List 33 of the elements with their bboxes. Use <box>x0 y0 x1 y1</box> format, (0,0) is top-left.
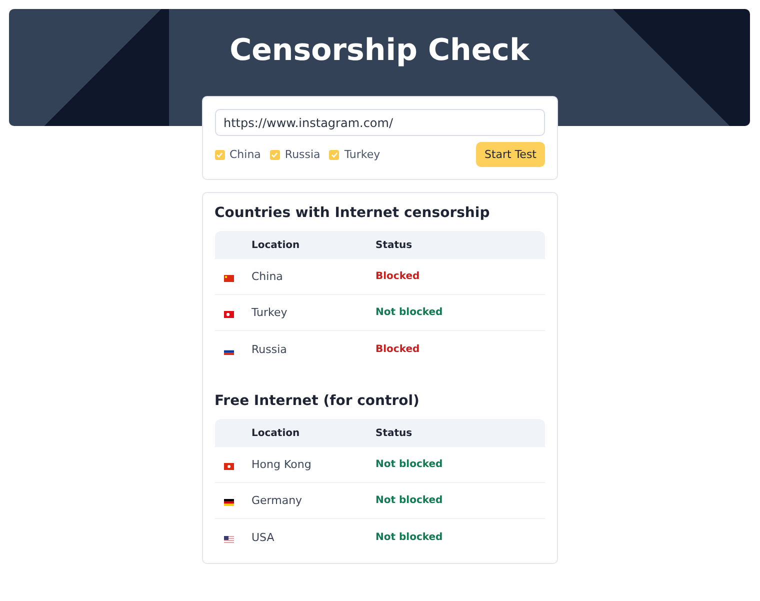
status-cell: Blocked <box>376 344 420 354</box>
location-cell-text: Russia <box>252 342 288 356</box>
flag-icon <box>224 536 234 542</box>
url-field[interactable]: https://www.instagram.com/ <box>214 109 544 136</box>
flag-icon <box>224 348 234 354</box>
checkbox[interactable] <box>270 150 280 160</box>
checkbox-label: Turkey <box>344 148 380 161</box>
status-cell: Not blocked <box>376 495 443 506</box>
column-header: Status <box>376 240 414 250</box>
status-cell: Blocked <box>376 271 420 282</box>
flag-icon <box>224 463 234 470</box>
status-cell: Not blocked <box>376 307 443 318</box>
section-title: Free Internet (for control) <box>214 393 420 409</box>
status-cell: Not blocked <box>376 532 443 542</box>
checkbox[interactable] <box>214 150 224 160</box>
location-cell-text: Germany <box>252 494 304 507</box>
checkbox-label: Russia <box>284 148 320 161</box>
column-header: Status <box>376 428 414 438</box>
start-test-button[interactable]: Start Test <box>476 142 544 167</box>
checkbox-label: China <box>230 148 261 161</box>
column-header: Location <box>252 240 301 250</box>
status-cell: Not blocked <box>376 459 443 470</box>
flag-icon <box>224 311 234 318</box>
location-cell-text: China <box>252 270 284 283</box>
location-cell-text: Turkey <box>252 306 288 319</box>
flag-icon <box>224 499 234 506</box>
location-cell-text: Hong Kong <box>252 458 312 471</box>
column-header: Location <box>252 428 301 438</box>
page-title: Censorship Check <box>230 33 530 70</box>
section-title: Countries with Internet censorship <box>214 205 491 221</box>
checkbox[interactable] <box>329 150 340 160</box>
location-cell-text: USA <box>252 530 276 544</box>
flag-icon <box>224 275 234 282</box>
